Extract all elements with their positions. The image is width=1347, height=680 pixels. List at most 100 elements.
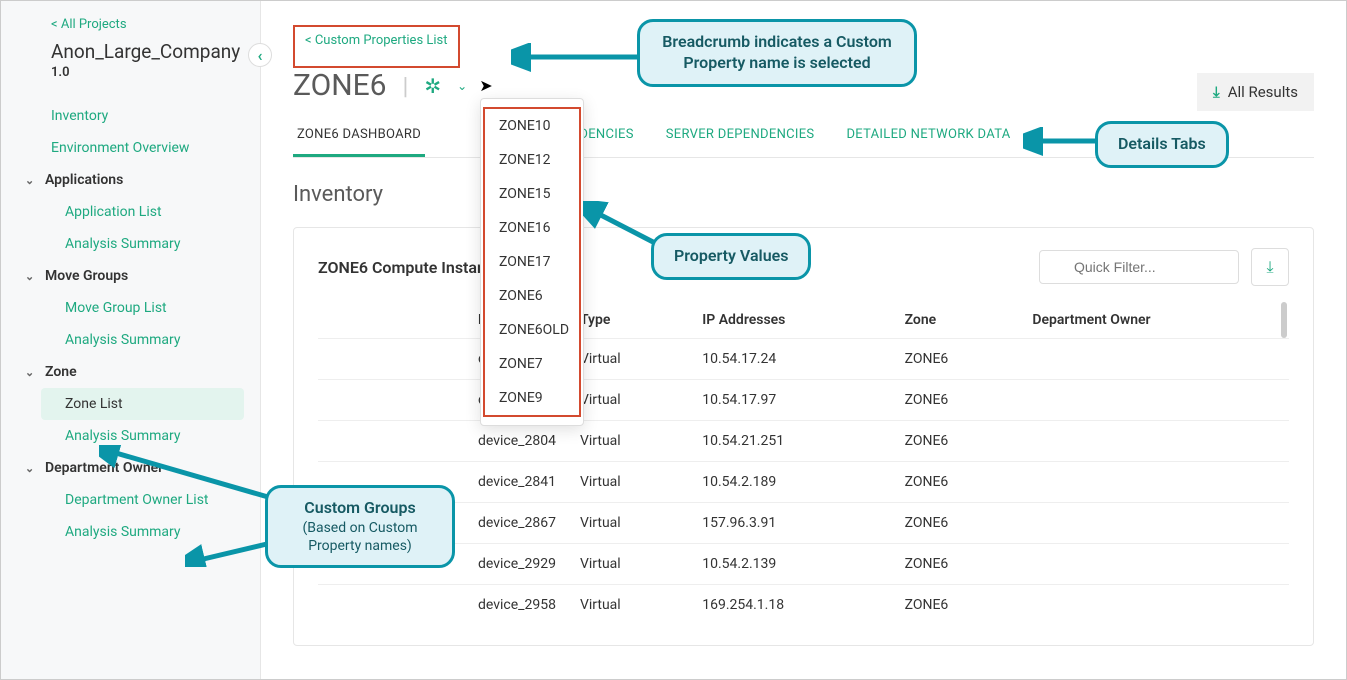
callout-breadcrumb: Breadcrumb indicates a Custom Property n… [637, 19, 917, 87]
cell-type: Virtual [568, 380, 690, 421]
all-results-label: All Results [1228, 83, 1298, 101]
cell-type: Virtual [568, 462, 690, 503]
chevron-down-icon: ⌄ [25, 270, 37, 283]
cell-ip: 169.254.1.18 [690, 585, 892, 626]
cell-dept [1020, 421, 1289, 462]
table-row[interactable]: device_2958Virtual169.254.1.18ZONE6 [318, 585, 1289, 626]
sidebar-collapse-button[interactable]: ‹ [248, 43, 272, 67]
nav-group-label: Department Owner [45, 460, 163, 476]
nav-group-applications[interactable]: ⌄ Applications [1, 164, 260, 196]
chevron-down-icon: ⌄ [25, 462, 37, 475]
callout-custom-groups: Custom Groups (Based on Custom Property … [265, 485, 455, 568]
nav-zone-list[interactable]: Zone List [41, 388, 244, 420]
chevron-left-icon: ‹ [258, 46, 263, 65]
quick-filter-input[interactable] [1039, 250, 1239, 284]
title-separator: | [403, 72, 409, 100]
dropdown-item[interactable]: ZONE9 [485, 381, 579, 415]
cell-type: Virtual [568, 503, 690, 544]
cursor-icon: ➤ [479, 76, 492, 95]
zone-dropdown-highlight: ZONE10ZONE12ZONE15ZONE16ZONE17ZONE6ZONE6… [483, 107, 581, 417]
breadcrumb[interactable]: < Custom Properties List [297, 29, 456, 52]
callout-details-tabs: Details Tabs [1095, 121, 1229, 168]
all-projects-link[interactable]: < All Projects [1, 17, 260, 40]
sidebar: ‹ < All Projects Anon_Large_Company 1.0 … [1, 1, 261, 679]
cell-dept [1020, 462, 1289, 503]
all-results-button[interactable]: ⤓ All Results [1197, 73, 1314, 111]
nav-group-label: Zone [45, 364, 77, 380]
table-row[interactable]: device_2929Virtual10.54.2.139ZONE6 [318, 544, 1289, 585]
nav-application-list[interactable]: Application List [1, 196, 260, 228]
col-dept[interactable]: Department Owner [1020, 302, 1289, 339]
nav-move-group-list[interactable]: Move Group List [1, 292, 260, 324]
dropdown-item[interactable]: ZONE16 [485, 211, 579, 245]
quick-filter-wrap: 🔍 [1039, 250, 1239, 284]
dropdown-item[interactable]: ZONE12 [485, 143, 579, 177]
chevron-down-icon: ⌄ [25, 366, 37, 379]
nav-group-label: Move Groups [45, 268, 128, 284]
section-title: Inventory [293, 182, 1314, 207]
col-ip[interactable]: IP Addresses [690, 302, 892, 339]
chevron-down-icon[interactable]: ⌄ [457, 79, 467, 93]
nav-group-move-groups[interactable]: ⌄ Move Groups [1, 260, 260, 292]
table-row[interactable]: device_2841Virtual10.54.2.189ZONE6 [318, 462, 1289, 503]
nav-applications-analysis-summary[interactable]: Analysis Summary [1, 228, 260, 260]
nav-move-groups-analysis-summary[interactable]: Analysis Summary [1, 324, 260, 356]
dropdown-item[interactable]: ZONE7 [485, 347, 579, 381]
chevron-down-icon: ⌄ [25, 174, 37, 187]
cell-type: Virtual [568, 339, 690, 380]
cell-zone: ZONE6 [893, 585, 1021, 626]
cell-dept [1020, 503, 1289, 544]
table-row[interactable]: deVirtual10.54.17.24ZONE6 [318, 339, 1289, 380]
dropdown-item[interactable]: ZONE10 [485, 109, 579, 143]
table-row[interactable]: device_2804Virtual10.54.21.251ZONE6 [318, 421, 1289, 462]
compute-instances-table: Name Type IP Addresses Zone Department O… [318, 302, 1289, 625]
main-content: < Custom Properties List ZONE6 | ✲ ⌄ ➤ ⤓… [261, 1, 1346, 679]
cell-zone: ZONE6 [893, 339, 1021, 380]
project-name: Anon_Large_Company [1, 40, 260, 65]
dropdown-item[interactable]: ZONE6 [485, 279, 579, 313]
dropdown-item[interactable]: ZONE6OLD [485, 313, 579, 347]
nav-group-zone[interactable]: ⌄ Zone [1, 356, 260, 388]
cell-ip: 10.54.2.139 [690, 544, 892, 585]
download-icon: ⤓ [1266, 257, 1273, 277]
nav-department-owner-list[interactable]: Department Owner List [1, 484, 260, 516]
cell-type: Virtual [568, 544, 690, 585]
tab-server-dependencies[interactable]: SERVER DEPENDENCIES [662, 115, 819, 157]
scrollbar-thumb[interactable] [1281, 302, 1287, 338]
compute-instances-card: ZONE6 Compute Instances i 🔍 ⤓ [293, 227, 1314, 646]
nav-inventory[interactable]: Inventory [1, 100, 260, 132]
cell-zone: ZONE6 [893, 544, 1021, 585]
page-title: ZONE6 [293, 68, 387, 103]
tab-detailed-network-data[interactable]: DETAILED NETWORK DATA [842, 115, 1014, 157]
nav-zone-analysis-summary[interactable]: Analysis Summary [1, 420, 260, 452]
nav-department-owner-analysis-summary[interactable]: Analysis Summary [1, 516, 260, 548]
cell-dept [1020, 380, 1289, 421]
cell-zone: ZONE6 [893, 503, 1021, 544]
dropdown-item[interactable]: ZONE17 [485, 245, 579, 279]
col-zone[interactable]: Zone [893, 302, 1021, 339]
cell-name: device_2958 [318, 585, 568, 626]
cell-type: Virtual [568, 421, 690, 462]
settings-icon[interactable]: ✲ [424, 74, 441, 98]
nav-group-label: Applications [45, 172, 123, 188]
download-button[interactable]: ⤓ [1251, 248, 1289, 286]
table-row[interactable]: deVirtual10.54.17.97ZONE6 [318, 380, 1289, 421]
cell-dept [1020, 585, 1289, 626]
nav-environment-overview[interactable]: Environment Overview [1, 132, 260, 164]
table-row[interactable]: device_2867Virtual157.96.3.91ZONE6 [318, 503, 1289, 544]
cell-zone: ZONE6 [893, 462, 1021, 503]
nav-group-department-owner[interactable]: ⌄ Department Owner [1, 452, 260, 484]
breadcrumb-highlight: < Custom Properties List [293, 25, 460, 68]
cell-ip: 157.96.3.91 [690, 503, 892, 544]
tab-dashboard[interactable]: ZONE6 DASHBOARD [293, 115, 425, 157]
cell-zone: ZONE6 [893, 380, 1021, 421]
zone-dropdown: ZONE10ZONE12ZONE15ZONE16ZONE17ZONE6ZONE6… [480, 98, 584, 426]
callout-property-values: Property Values [651, 233, 811, 280]
cell-type: Virtual [568, 585, 690, 626]
cell-name: device_2804 [318, 421, 568, 462]
col-type[interactable]: Type [568, 302, 690, 339]
dropdown-item[interactable]: ZONE15 [485, 177, 579, 211]
cell-dept [1020, 339, 1289, 380]
cell-ip: 10.54.21.251 [690, 421, 892, 462]
cell-ip: 10.54.17.24 [690, 339, 892, 380]
